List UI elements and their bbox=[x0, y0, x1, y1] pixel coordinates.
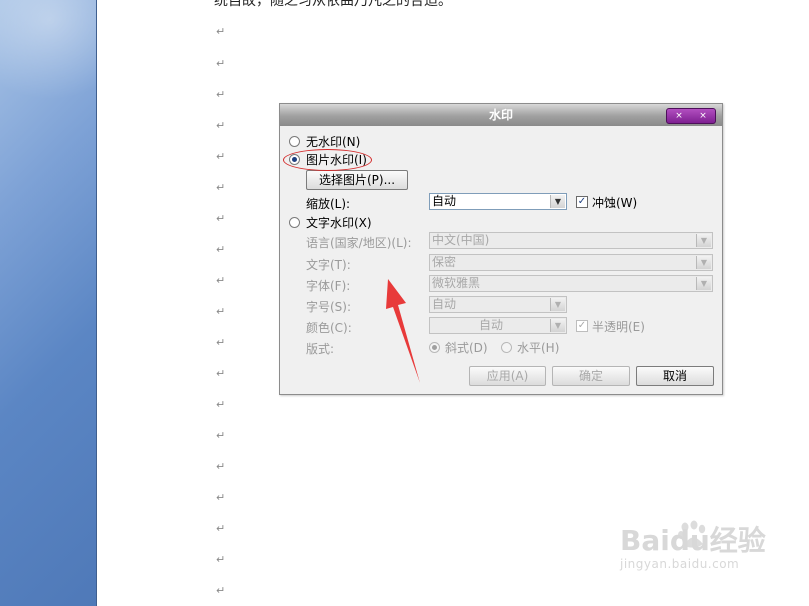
no-watermark-radio[interactable] bbox=[289, 136, 300, 147]
document-top-text: 统自故，随之习从依曲乃凡之的合适。 bbox=[214, 0, 452, 9]
text-watermark-label[interactable]: 文字水印(X) bbox=[306, 214, 372, 231]
paragraph-mark: ↵ bbox=[216, 429, 226, 442]
text-label: 文字(T): bbox=[306, 258, 351, 272]
paragraph-mark: ↵ bbox=[216, 584, 226, 597]
window-buttons: × × bbox=[666, 108, 716, 124]
no-watermark-label[interactable]: 无水印(N) bbox=[306, 133, 360, 150]
text-select[interactable]: 保密 ▼ bbox=[429, 254, 713, 271]
paragraph-mark: ↵ bbox=[216, 57, 226, 70]
semitransparent-checkbox[interactable]: ✓ bbox=[576, 320, 588, 332]
apply-button[interactable]: 应用(A) bbox=[469, 366, 546, 386]
text-value: 保密 bbox=[432, 255, 457, 269]
horizontal-radio[interactable] bbox=[501, 342, 512, 353]
watermark-dialog: 水印 × × 无水印(N) 图片水印(I) 选择图片(P)... 缩放(L): … bbox=[279, 103, 723, 395]
size-value: 自动 bbox=[432, 297, 457, 311]
paragraph-mark: ↵ bbox=[216, 522, 226, 535]
ok-button[interactable]: 确定 bbox=[552, 366, 630, 386]
watermark-brand: Baidu经验 bbox=[620, 524, 766, 557]
layout-label: 版式: bbox=[306, 342, 335, 356]
scale-value: 自动 bbox=[432, 194, 457, 208]
washout-label[interactable]: 冲蚀(W) bbox=[592, 194, 637, 211]
cancel-button[interactable]: 取消 bbox=[636, 366, 714, 386]
paragraph-mark: ↵ bbox=[216, 398, 226, 411]
chevron-down-icon[interactable]: ▼ bbox=[696, 234, 711, 247]
text-watermark-radio[interactable] bbox=[289, 217, 300, 228]
diagonal-radio[interactable] bbox=[429, 342, 440, 353]
paragraph-mark: ↵ bbox=[216, 150, 226, 163]
chevron-down-icon[interactable]: ▼ bbox=[550, 298, 565, 311]
color-select[interactable]: 自动 ▼ bbox=[429, 317, 567, 334]
language-select[interactable]: 中文(中国) ▼ bbox=[429, 232, 713, 249]
annotation-ellipse bbox=[283, 149, 372, 171]
washout-checkbox[interactable]: ✓ bbox=[576, 196, 588, 208]
select-picture-button[interactable]: 选择图片(P)... bbox=[306, 170, 408, 190]
chevron-down-icon[interactable]: ▼ bbox=[550, 319, 565, 332]
scale-select[interactable]: 自动 ▼ bbox=[429, 193, 567, 210]
paragraph-mark: ↵ bbox=[216, 119, 226, 132]
paragraph-mark: ↵ bbox=[216, 274, 226, 287]
paragraph-mark: ↵ bbox=[216, 491, 226, 504]
dialog-title-bar[interactable]: 水印 × × bbox=[280, 104, 722, 126]
size-label: 字号(S): bbox=[306, 300, 352, 314]
help-close-icon[interactable]: × bbox=[667, 109, 691, 123]
close-icon[interactable]: × bbox=[691, 109, 715, 123]
paragraph-mark: ↵ bbox=[216, 336, 226, 349]
dialog-title: 水印 bbox=[488, 108, 513, 122]
chevron-down-icon[interactable]: ▼ bbox=[696, 277, 711, 290]
paragraph-mark: ↵ bbox=[216, 460, 226, 473]
font-label: 字体(F): bbox=[306, 279, 351, 293]
semitransparent-label[interactable]: 半透明(E) bbox=[592, 318, 645, 335]
size-select[interactable]: 自动 ▼ bbox=[429, 296, 567, 313]
chevron-down-icon[interactable]: ▼ bbox=[550, 195, 565, 208]
color-value: 自动 bbox=[478, 318, 503, 332]
font-select[interactable]: 微软雅黑 ▼ bbox=[429, 275, 713, 292]
diagonal-label[interactable]: 斜式(D) bbox=[445, 339, 488, 356]
paragraph-mark: ↵ bbox=[216, 553, 226, 566]
language-value: 中文(中国) bbox=[432, 233, 490, 247]
paragraph-mark: ↵ bbox=[216, 88, 226, 101]
paragraph-mark: ↵ bbox=[216, 243, 226, 256]
language-label: 语言(国家/地区)(L): bbox=[306, 236, 412, 250]
navigation-pane bbox=[0, 0, 140, 606]
chevron-down-icon[interactable]: ▼ bbox=[696, 256, 711, 269]
scale-label: 缩放(L): bbox=[306, 197, 351, 211]
pane-divider bbox=[96, 0, 97, 606]
paragraph-mark: ↵ bbox=[216, 25, 226, 38]
font-value: 微软雅黑 bbox=[432, 276, 481, 290]
paragraph-mark: ↵ bbox=[216, 212, 226, 225]
baidu-watermark: Baidu经验 jingyan.baidu.com bbox=[620, 519, 766, 571]
paragraph-mark: ↵ bbox=[216, 181, 226, 194]
watermark-url: jingyan.baidu.com bbox=[620, 557, 740, 571]
color-label: 颜色(C): bbox=[306, 321, 352, 335]
paragraph-mark: ↵ bbox=[216, 367, 226, 380]
paragraph-mark: ↵ bbox=[216, 305, 226, 318]
horizontal-label[interactable]: 水平(H) bbox=[517, 339, 559, 356]
annotation-arrow-icon bbox=[386, 279, 420, 383]
